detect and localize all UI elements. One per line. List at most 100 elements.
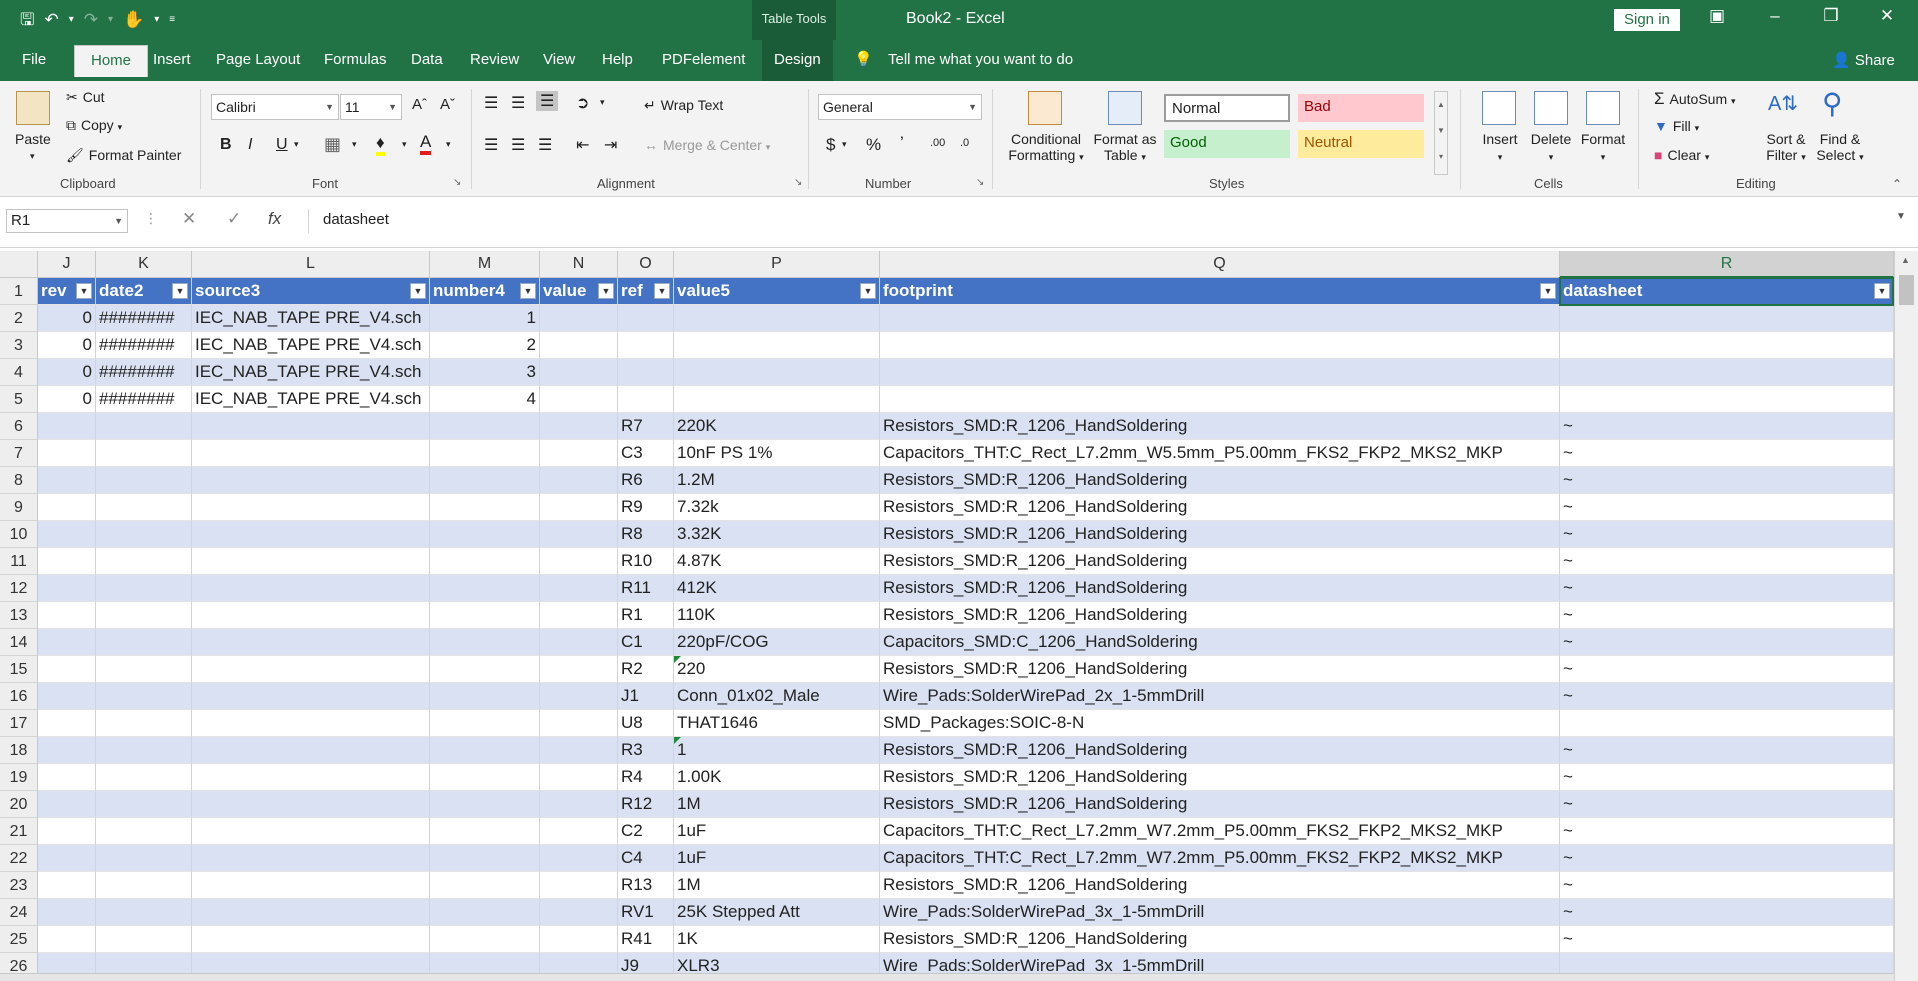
row-header-10[interactable]: 10 (0, 521, 38, 548)
table-cell[interactable]: Resistors_SMD:R_1206_HandSoldering (880, 413, 1560, 440)
table-cell[interactable] (430, 926, 540, 953)
table-cell[interactable] (674, 305, 880, 332)
table-cell[interactable]: Conn_01x02_Male (674, 683, 880, 710)
format-as-table-button[interactable]: Format as Table ▾ (1092, 131, 1158, 163)
row-header-1[interactable]: 1 (0, 278, 38, 305)
filter-dropdown-icon[interactable]: ▼ (860, 283, 876, 299)
table-cell[interactable] (38, 575, 96, 602)
table-header-cell[interactable]: ref ▼ (618, 278, 674, 305)
table-cell[interactable]: IEC_NAB_TAPE PRE_V4.sch (192, 386, 430, 413)
table-cell[interactable] (540, 683, 618, 710)
table-cell[interactable] (96, 467, 192, 494)
row-header-19[interactable]: 19 (0, 764, 38, 791)
row-header-7[interactable]: 7 (0, 440, 38, 467)
table-cell[interactable]: ######## (96, 359, 192, 386)
insert-cells-button[interactable]: Insert ▾ (1480, 131, 1520, 163)
table-cell[interactable] (540, 656, 618, 683)
table-cell[interactable] (540, 575, 618, 602)
fill-color-icon[interactable]: ♦ (376, 134, 385, 156)
column-header-P[interactable]: P (674, 251, 880, 278)
table-cell[interactable]: R9 (618, 494, 674, 521)
table-cell[interactable] (1560, 710, 1894, 737)
restore-icon[interactable]: ❐ (1816, 6, 1846, 26)
table-cell[interactable]: 412K (674, 575, 880, 602)
table-cell[interactable] (430, 467, 540, 494)
table-cell[interactable] (38, 656, 96, 683)
table-cell[interactable]: R12 (618, 791, 674, 818)
table-cell[interactable]: 1M (674, 791, 880, 818)
table-cell[interactable] (192, 764, 430, 791)
table-cell[interactable]: ~ (1560, 791, 1894, 818)
table-cell[interactable] (192, 683, 430, 710)
row-header-15[interactable]: 15 (0, 656, 38, 683)
row-header-2[interactable]: 2 (0, 305, 38, 332)
scroll-thumb[interactable] (1899, 275, 1914, 305)
undo-icon[interactable]: ↶ (44, 8, 58, 32)
sort-filter-button[interactable]: Sort & Filter ▾ (1764, 131, 1808, 163)
table-cell[interactable] (430, 629, 540, 656)
row-header-17[interactable]: 17 (0, 710, 38, 737)
table-cell[interactable]: Resistors_SMD:R_1206_HandSoldering (880, 872, 1560, 899)
table-cell[interactable] (96, 548, 192, 575)
table-cell[interactable] (192, 656, 430, 683)
table-header-cell[interactable]: value5 ▼ (674, 278, 880, 305)
expand-formula-bar-icon[interactable]: ▼ (1896, 211, 1906, 222)
table-cell[interactable]: 110K (674, 602, 880, 629)
table-cell[interactable] (430, 899, 540, 926)
table-cell[interactable] (96, 926, 192, 953)
close-icon[interactable]: ✕ (1872, 6, 1902, 26)
table-cell[interactable]: ~ (1560, 818, 1894, 845)
table-cell[interactable] (192, 629, 430, 656)
table-cell[interactable] (38, 683, 96, 710)
table-cell[interactable]: ~ (1560, 548, 1894, 575)
table-cell[interactable]: R13 (618, 872, 674, 899)
table-cell[interactable]: IEC_NAB_TAPE PRE_V4.sch (192, 332, 430, 359)
table-cell[interactable]: ~ (1560, 602, 1894, 629)
table-cell[interactable]: ~ (1560, 467, 1894, 494)
table-cell[interactable]: Resistors_SMD:R_1206_HandSoldering (880, 656, 1560, 683)
table-cell[interactable] (38, 413, 96, 440)
table-cell[interactable]: R3 (618, 737, 674, 764)
table-cell[interactable]: 3 (430, 359, 540, 386)
table-cell[interactable] (880, 332, 1560, 359)
table-cell[interactable]: ~ (1560, 440, 1894, 467)
delete-cells-button[interactable]: Delete ▾ (1528, 131, 1574, 163)
table-cell[interactable]: Resistors_SMD:R_1206_HandSoldering (880, 764, 1560, 791)
borders-dropdown-icon[interactable]: ▾ (352, 139, 357, 150)
table-cell[interactable] (880, 305, 1560, 332)
percent-icon[interactable]: % (866, 135, 881, 155)
row-header-5[interactable]: 5 (0, 386, 38, 413)
formula-input[interactable]: datasheet (308, 209, 1908, 233)
table-cell[interactable] (96, 413, 192, 440)
table-cell[interactable]: ~ (1560, 575, 1894, 602)
table-cell[interactable] (430, 737, 540, 764)
column-header-L[interactable]: L (192, 251, 430, 278)
table-cell[interactable] (96, 845, 192, 872)
paste-dropdown-icon[interactable]: ▾ (30, 151, 35, 162)
table-cell[interactable]: 1K (674, 926, 880, 953)
table-cell[interactable] (880, 386, 1560, 413)
table-cell[interactable]: 1 (430, 305, 540, 332)
collapse-ribbon-icon[interactable]: ⌃ (1892, 177, 1902, 191)
table-cell[interactable] (430, 791, 540, 818)
table-cell[interactable]: ~ (1560, 926, 1894, 953)
table-cell[interactable] (38, 629, 96, 656)
column-header-R[interactable]: R (1560, 251, 1894, 278)
table-cell[interactable]: THAT1646 (674, 710, 880, 737)
clipboard-icon[interactable] (16, 91, 50, 125)
tab-data[interactable]: Data (411, 51, 443, 68)
tab-view[interactable]: View (543, 51, 575, 68)
row-header-12[interactable]: 12 (0, 575, 38, 602)
table-cell[interactable]: 1uF (674, 818, 880, 845)
table-cell[interactable] (540, 926, 618, 953)
row-header-4[interactable]: 4 (0, 359, 38, 386)
row-header-23[interactable]: 23 (0, 872, 38, 899)
table-cell[interactable] (430, 494, 540, 521)
table-cell[interactable]: ~ (1560, 737, 1894, 764)
format-cells-button[interactable]: Format ▾ (1578, 131, 1628, 163)
decrease-indent-icon[interactable]: ⇤ (576, 135, 589, 155)
table-cell[interactable] (192, 872, 430, 899)
table-header-cell[interactable]: date2 ▼ (96, 278, 192, 305)
table-cell[interactable] (192, 440, 430, 467)
table-cell[interactable]: ~ (1560, 656, 1894, 683)
